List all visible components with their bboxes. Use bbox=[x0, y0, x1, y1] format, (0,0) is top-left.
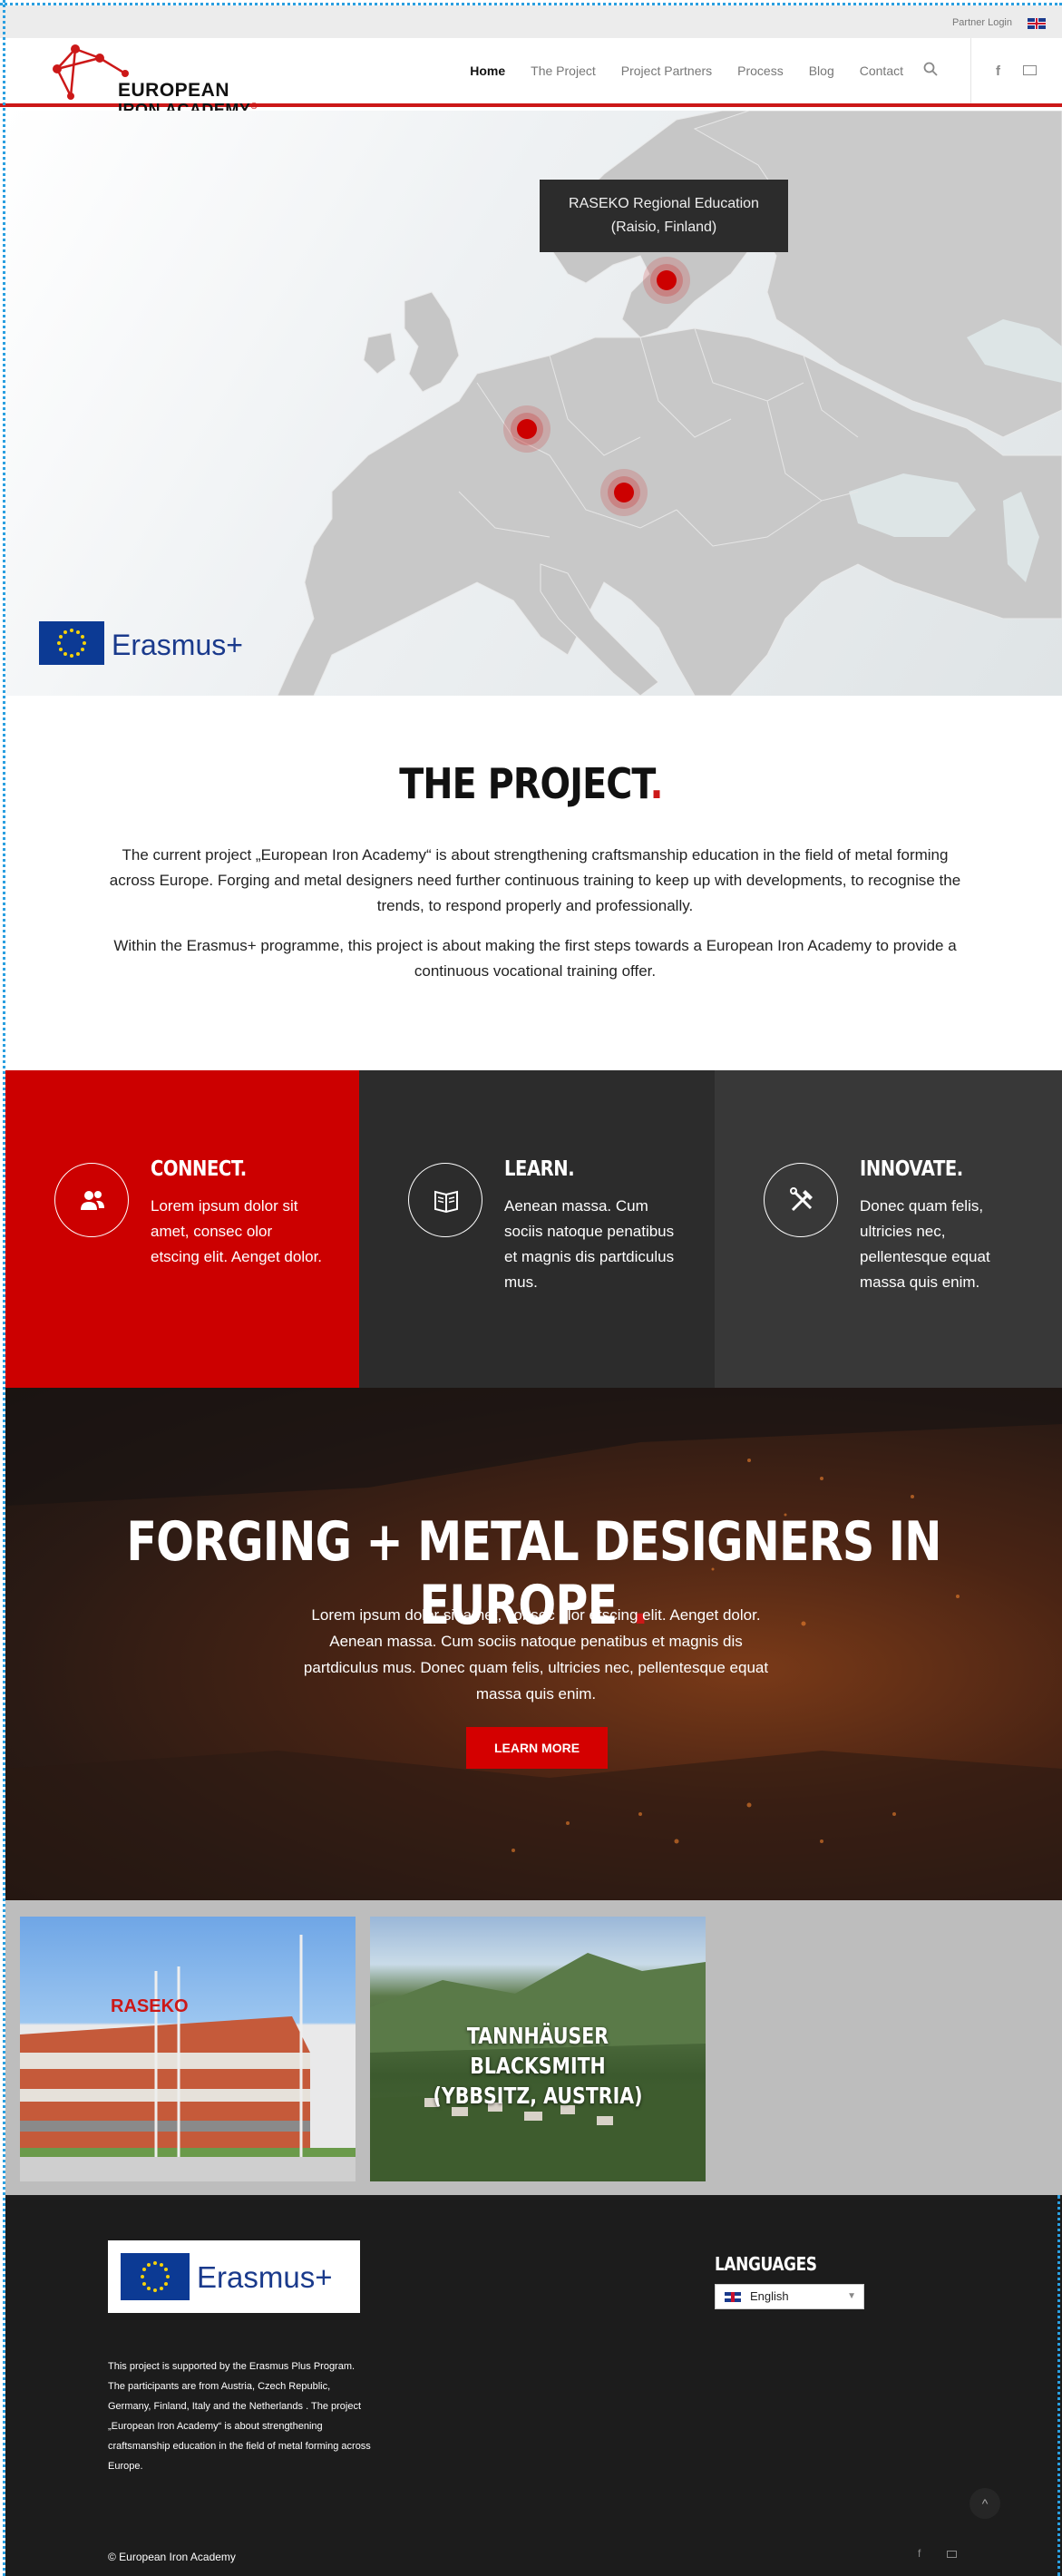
nav-blog[interactable]: Blog bbox=[809, 63, 834, 78]
chevron-down-icon: ▼ bbox=[847, 2291, 856, 2301]
feature-title: INNOVATE. bbox=[860, 1157, 963, 1181]
uk-flag-icon[interactable] bbox=[1028, 18, 1046, 29]
raseko-building-image: RASEKO bbox=[20, 1935, 356, 2181]
logo-text-line1: EUROPEAN bbox=[118, 80, 230, 101]
feature-learn: LEARN. Aenean massa. Cum sociis natoque … bbox=[359, 1070, 715, 1388]
selection-border-left bbox=[3, 0, 5, 2576]
language-select[interactable]: English ▼ bbox=[715, 2284, 864, 2309]
partner-tile-tannhauser[interactable]: TANNHÄUSER BLACKSMITH (YBBSITZ, AUSTRIA) bbox=[370, 1917, 706, 2181]
tooltip-line2: (Raisio, Finland) bbox=[610, 220, 717, 235]
uk-flag-icon bbox=[725, 2292, 741, 2302]
mail-icon[interactable] bbox=[947, 2551, 957, 2558]
main-nav: Home The Project Project Partners Proces… bbox=[470, 63, 903, 78]
selection-border-top bbox=[0, 3, 1062, 5]
nav-the-project[interactable]: The Project bbox=[531, 63, 596, 78]
features-row: CONNECT. Lorem ipsum dolor sit amet, con… bbox=[5, 1070, 1062, 1388]
partner-label: TANNHÄUSER BLACKSMITH (YBBSITZ, AUSTRIA) bbox=[433, 2023, 643, 2109]
header-divider bbox=[970, 38, 971, 103]
page: Partner Login EUROPEAN IRON ACADEMY® Hom… bbox=[0, 0, 1062, 2576]
svg-text:RASEKO: RASEKO bbox=[111, 1996, 189, 2016]
partner-tile-raseko[interactable]: RASEKO bbox=[20, 1917, 356, 2181]
erasmus-text: Erasmus+ bbox=[112, 629, 243, 661]
partner-login-link[interactable]: Partner Login bbox=[952, 17, 1012, 28]
europe-map-graphic bbox=[277, 111, 1062, 696]
project-paragraph-2: Within the Erasmus+ programme, this proj… bbox=[113, 937, 957, 980]
site-header: EUROPEAN IRON ACADEMY® Home The Project … bbox=[0, 38, 1062, 119]
mail-icon[interactable] bbox=[1023, 65, 1037, 75]
map-tooltip: RASEKO Regional Education (Raisio, Finla… bbox=[540, 180, 788, 252]
tools-icon bbox=[764, 1163, 838, 1237]
forging-text: Lorem ipsum dolor sit amet, consec olor … bbox=[303, 1606, 769, 1703]
feature-connect: CONNECT. Lorem ipsum dolor sit amet, con… bbox=[5, 1070, 359, 1388]
nav-contact[interactable]: Contact bbox=[860, 63, 903, 78]
site-logo[interactable]: EUROPEAN IRON ACADEMY® bbox=[44, 42, 279, 119]
feature-text: Aenean massa. Cum sociis natoque penatib… bbox=[504, 1197, 675, 1291]
facebook-icon[interactable]: f bbox=[996, 63, 1000, 79]
eu-flag-icon bbox=[39, 621, 104, 665]
feature-title: LEARN. bbox=[504, 1157, 575, 1181]
tooltip-line1: RASEKO Regional Education bbox=[569, 196, 759, 211]
erasmus-text: Erasmus+ bbox=[197, 2260, 333, 2294]
nav-process[interactable]: Process bbox=[737, 63, 784, 78]
feature-text: Lorem ipsum dolor sit amet, consec olor … bbox=[151, 1197, 323, 1265]
back-to-top-button[interactable]: ^ bbox=[969, 2488, 1000, 2519]
footer-about-text: This project is supported by the Erasmus… bbox=[108, 2361, 371, 2472]
erasmus-badge: Erasmus+ bbox=[39, 621, 257, 667]
copyright: © European Iron Academy bbox=[108, 2551, 236, 2563]
top-bar: Partner Login bbox=[0, 5, 1062, 38]
eu-flag-icon bbox=[121, 2253, 190, 2300]
languages-title: LANGUAGES bbox=[715, 2253, 817, 2275]
project-section: THE PROJECT. The current project „Europe… bbox=[0, 696, 1062, 1070]
feature-text: Donec quam felis, ultricies nec, pellent… bbox=[860, 1197, 990, 1291]
nav-home[interactable]: Home bbox=[470, 63, 505, 78]
learn-more-button[interactable]: LEARN MORE bbox=[466, 1727, 608, 1769]
forging-section: FORGING + METAL DESIGNERS IN EUROPE . Lo… bbox=[5, 1388, 1062, 1900]
facebook-icon[interactable]: f bbox=[918, 2547, 921, 2560]
book-icon bbox=[408, 1163, 482, 1237]
search-icon[interactable] bbox=[923, 62, 938, 76]
feature-title: CONNECT. bbox=[151, 1157, 247, 1181]
project-title: THE PROJECT. bbox=[399, 759, 663, 808]
feature-innovate: INNOVATE. Donec quam felis, ultricies ne… bbox=[715, 1070, 1062, 1388]
project-paragraph-1: The current project „European Iron Acade… bbox=[109, 846, 961, 914]
selection-border-right bbox=[1057, 2195, 1060, 2576]
footer-erasmus-badge: Erasmus+ bbox=[108, 2240, 360, 2313]
partners-section: RASEKO TANNHÄUSER BLACKSMITH (YBBSITZ, A… bbox=[5, 1900, 1062, 2195]
nav-project-partners[interactable]: Project Partners bbox=[621, 63, 712, 78]
users-icon bbox=[54, 1163, 129, 1237]
site-footer: Erasmus+ This project is supported by th… bbox=[5, 2195, 1062, 2576]
hero-map: RASEKO Regional Education (Raisio, Finla… bbox=[5, 111, 1062, 696]
